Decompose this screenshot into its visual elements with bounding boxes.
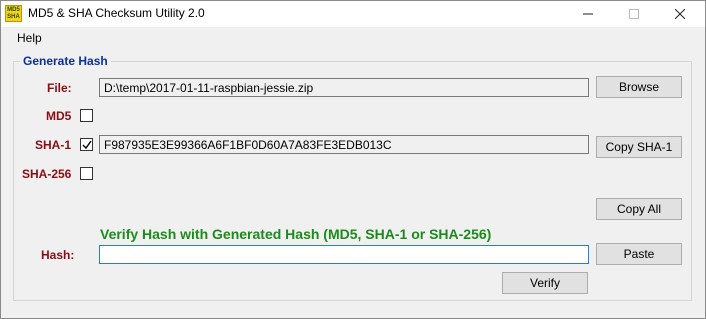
generate-hash-group-label: Generate Hash [20, 54, 111, 68]
app-icon: MD5 SHA [5, 5, 22, 22]
maximize-button[interactable] [611, 1, 657, 27]
menu-bar: Help [1, 28, 705, 49]
paste-button[interactable]: Paste [596, 243, 682, 265]
md5-label: MD5 [46, 109, 72, 123]
copy-sha1-button[interactable]: Copy SHA-1 [596, 136, 682, 158]
checkmark-icon [82, 140, 92, 150]
browse-button[interactable]: Browse [596, 76, 682, 98]
minimize-icon [583, 13, 593, 15]
sha1-checkbox[interactable] [80, 138, 93, 151]
sha1-hash-field[interactable]: F987935E3E99366A6F1BF0D60A7A83FE3EDB013C [99, 135, 589, 154]
close-icon [674, 8, 686, 20]
file-path-field[interactable]: D:\temp\2017-01-11-raspbian-jessie.zip [99, 78, 589, 97]
md5-checkbox[interactable] [80, 109, 93, 122]
sha256-label: SHA-256 [22, 167, 72, 181]
sha256-checkbox[interactable] [80, 167, 93, 180]
title-bar[interactable]: MD5 SHA MD5 & SHA Checksum Utility 2.0 [1, 1, 705, 27]
verify-heading: Verify Hash with Generated Hash (MD5, SH… [100, 226, 492, 242]
verify-hash-input[interactable] [99, 245, 589, 264]
app-window: MD5 SHA MD5 & SHA Checksum Utility 2.0 H… [0, 0, 706, 319]
minimize-button[interactable] [565, 1, 611, 27]
copy-all-button[interactable]: Copy All [596, 198, 682, 220]
close-button[interactable] [657, 1, 703, 27]
generate-hash-group [13, 61, 692, 301]
file-label: File: [47, 81, 72, 95]
maximize-icon [629, 9, 639, 19]
menu-help[interactable]: Help [17, 31, 42, 45]
verify-button[interactable]: Verify [502, 272, 588, 294]
window-title: MD5 & SHA Checksum Utility 2.0 [28, 6, 205, 20]
sha1-label: SHA-1 [35, 138, 72, 152]
hash-label: Hash: [41, 248, 75, 262]
